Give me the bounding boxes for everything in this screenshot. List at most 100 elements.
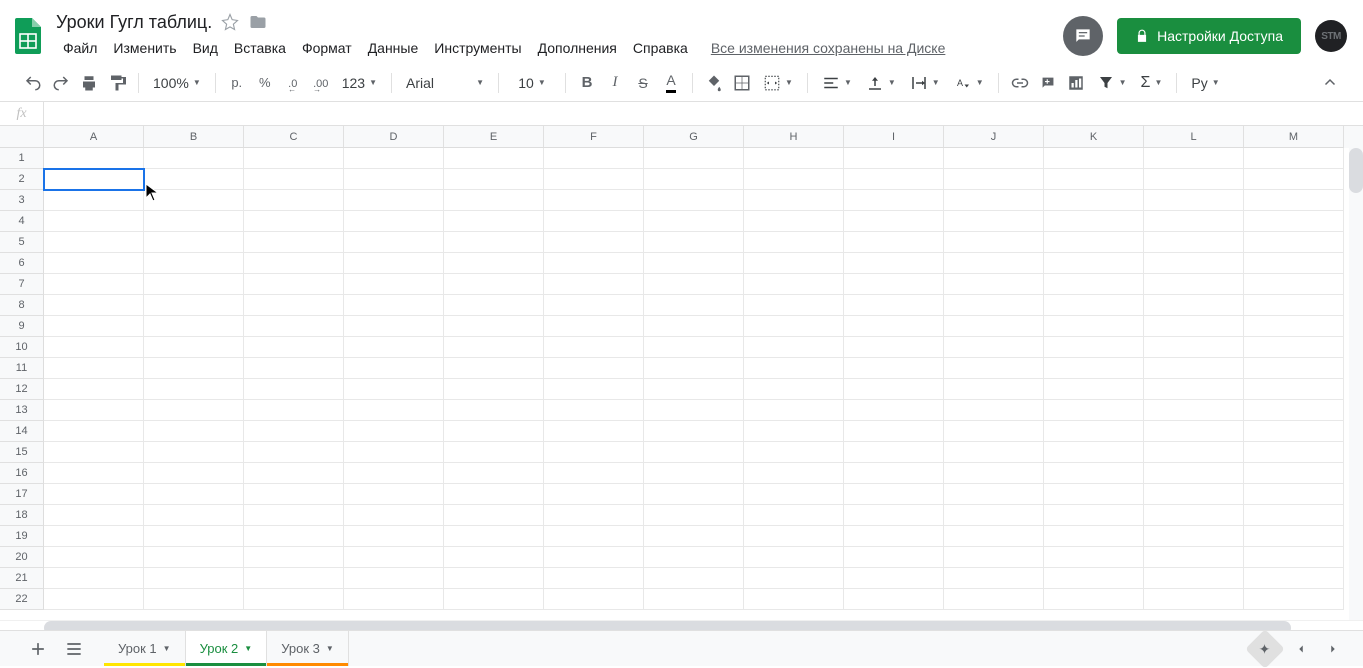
cell[interactable] — [844, 232, 944, 253]
cell[interactable] — [844, 463, 944, 484]
menu-file[interactable]: Файл — [56, 36, 104, 60]
sheet-scroll-right-button[interactable] — [1323, 631, 1343, 667]
cell[interactable] — [144, 316, 244, 337]
cell[interactable] — [444, 358, 544, 379]
functions-button[interactable]: Σ▼ — [1135, 74, 1169, 92]
cell[interactable] — [1044, 379, 1144, 400]
cell[interactable] — [144, 379, 244, 400]
cell[interactable] — [344, 169, 444, 190]
cell[interactable] — [444, 463, 544, 484]
cell[interactable] — [44, 316, 144, 337]
cell[interactable] — [344, 295, 444, 316]
cell[interactable] — [644, 295, 744, 316]
cell[interactable] — [1044, 505, 1144, 526]
cell[interactable] — [444, 526, 544, 547]
cell[interactable] — [1144, 169, 1244, 190]
cell[interactable] — [644, 400, 744, 421]
h-align-button[interactable]: ▼ — [816, 74, 858, 92]
cell[interactable] — [44, 232, 144, 253]
column-header[interactable]: E — [444, 126, 544, 148]
cell[interactable] — [444, 442, 544, 463]
cell[interactable] — [344, 484, 444, 505]
menu-help[interactable]: Справка — [626, 36, 695, 60]
row-header[interactable]: 3 — [0, 190, 44, 211]
chevron-down-icon[interactable]: ▼ — [326, 644, 334, 653]
cell[interactable] — [644, 253, 744, 274]
cell[interactable] — [544, 505, 644, 526]
cell[interactable] — [944, 568, 1044, 589]
font-family-select[interactable]: Arial▼ — [400, 75, 490, 91]
menu-insert[interactable]: Вставка — [227, 36, 293, 60]
cell[interactable] — [44, 148, 144, 169]
sheet-tab[interactable]: Урок 2▼ — [186, 631, 268, 666]
cell[interactable] — [644, 463, 744, 484]
row-header[interactable]: 12 — [0, 379, 44, 400]
font-size-select[interactable]: 10▼ — [507, 75, 557, 91]
cell[interactable] — [244, 337, 344, 358]
chevron-down-icon[interactable]: ▼ — [244, 644, 252, 653]
cell[interactable] — [544, 358, 644, 379]
cell[interactable] — [144, 211, 244, 232]
cell[interactable] — [644, 232, 744, 253]
cell[interactable] — [644, 190, 744, 211]
cell[interactable] — [544, 442, 644, 463]
row-header[interactable]: 18 — [0, 505, 44, 526]
cell[interactable] — [1044, 190, 1144, 211]
undo-button[interactable] — [20, 70, 46, 96]
redo-button[interactable] — [48, 70, 74, 96]
cell[interactable] — [44, 547, 144, 568]
cell[interactable] — [944, 484, 1044, 505]
cell[interactable] — [144, 337, 244, 358]
cell[interactable] — [844, 484, 944, 505]
cell[interactable] — [244, 316, 344, 337]
cell[interactable] — [1244, 379, 1344, 400]
row-header[interactable]: 20 — [0, 547, 44, 568]
cell[interactable] — [744, 442, 844, 463]
cell[interactable] — [1144, 505, 1244, 526]
doc-title[interactable]: Уроки Гугл таблиц. — [56, 12, 212, 33]
row-header[interactable]: 5 — [0, 232, 44, 253]
cell[interactable] — [444, 421, 544, 442]
cell[interactable] — [644, 274, 744, 295]
cell[interactable] — [44, 274, 144, 295]
cell[interactable] — [244, 400, 344, 421]
cell[interactable] — [1044, 568, 1144, 589]
cell[interactable] — [244, 148, 344, 169]
cell[interactable] — [844, 148, 944, 169]
cell[interactable] — [544, 379, 644, 400]
cell[interactable] — [144, 253, 244, 274]
cell[interactable] — [1044, 337, 1144, 358]
cell[interactable] — [44, 337, 144, 358]
cell[interactable] — [444, 169, 544, 190]
cell[interactable] — [1244, 316, 1344, 337]
cell[interactable] — [344, 526, 444, 547]
cell[interactable] — [144, 442, 244, 463]
cell[interactable] — [944, 253, 1044, 274]
cell[interactable] — [244, 442, 344, 463]
cell[interactable] — [244, 484, 344, 505]
cell[interactable] — [644, 337, 744, 358]
sheets-logo[interactable] — [8, 16, 48, 56]
cell[interactable] — [644, 421, 744, 442]
cell[interactable] — [944, 316, 1044, 337]
column-header[interactable]: K — [1044, 126, 1144, 148]
cell[interactable] — [1044, 463, 1144, 484]
cell[interactable] — [44, 379, 144, 400]
cell[interactable] — [544, 547, 644, 568]
cell[interactable] — [644, 169, 744, 190]
cell[interactable] — [1144, 232, 1244, 253]
cell[interactable] — [1144, 316, 1244, 337]
comments-button[interactable] — [1063, 16, 1103, 56]
row-header[interactable]: 11 — [0, 358, 44, 379]
cell[interactable] — [844, 421, 944, 442]
cell[interactable] — [1144, 463, 1244, 484]
column-header[interactable]: H — [744, 126, 844, 148]
cell[interactable] — [944, 547, 1044, 568]
cell[interactable] — [1044, 421, 1144, 442]
cell[interactable] — [1144, 148, 1244, 169]
cell[interactable] — [844, 589, 944, 610]
move-folder-icon[interactable] — [248, 12, 268, 32]
cell[interactable] — [1244, 505, 1344, 526]
cell[interactable] — [44, 211, 144, 232]
all-sheets-button[interactable] — [56, 631, 92, 667]
